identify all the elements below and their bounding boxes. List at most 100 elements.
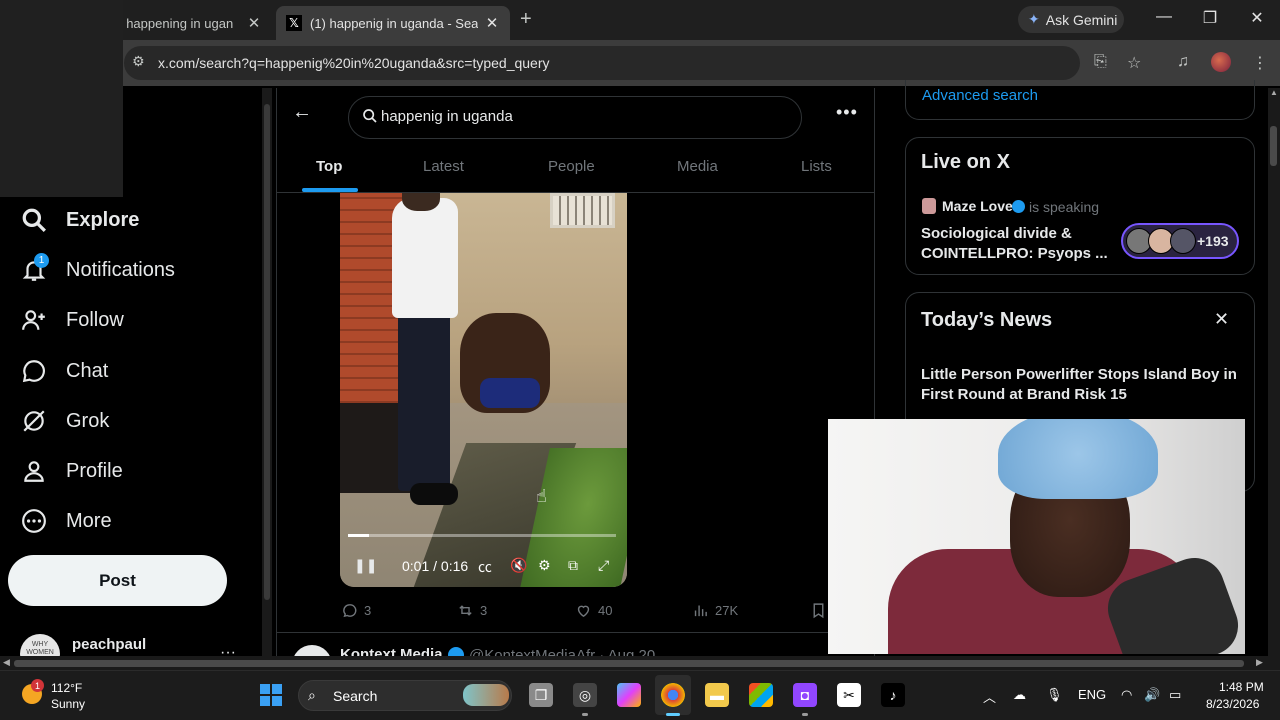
tab-latest[interactable]: Latest — [423, 158, 464, 175]
language-indicator[interactable]: ENG — [1078, 687, 1106, 702]
nav-profile[interactable]: Profile — [20, 451, 123, 491]
search-options-icon[interactable]: ••• — [836, 102, 858, 123]
video-player[interactable]: ❚❚ 0:01 / 0:16 ㏄ 🔇 ⚙ ⧉ ⤢ — [340, 193, 627, 587]
search-highlight-image — [463, 684, 509, 706]
listener-count: +193 — [1197, 233, 1229, 249]
tiktok-icon[interactable]: ♪ — [881, 683, 905, 707]
profile-avatar-icon[interactable] — [1211, 52, 1231, 72]
picture-in-picture-icon[interactable]: ⧉ — [568, 557, 578, 574]
page-scrollbar[interactable] — [1268, 88, 1280, 656]
search-query-text[interactable]: happenig in uganda — [381, 108, 513, 125]
live-host-name[interactable]: Maze Love — [942, 198, 1013, 214]
chat-icon — [20, 357, 48, 385]
clock-time[interactable]: 1:48 PM — [1219, 680, 1264, 694]
scroll-right-arrow-icon[interactable]: ▶ — [1256, 657, 1263, 668]
verified-badge-icon — [1012, 200, 1025, 213]
scroll-up-arrow-icon[interactable]: ▲ — [1268, 88, 1280, 97]
webcam-overlay — [828, 419, 1245, 654]
weather-temperature[interactable]: 112°F — [51, 681, 82, 695]
weather-condition[interactable]: Sunny — [51, 697, 85, 711]
repost-count: 3 — [480, 603, 488, 618]
mute-icon[interactable]: 🔇 — [510, 557, 527, 574]
tab-close-icon[interactable]: ✕ — [246, 14, 262, 32]
views-count: 27K — [715, 603, 739, 618]
video-scene-shirt — [392, 198, 458, 318]
like-button[interactable]: 40 — [575, 602, 612, 619]
onedrive-icon[interactable]: ☁ — [1013, 687, 1026, 703]
video-scene-shoes — [410, 483, 458, 505]
nav-follow[interactable]: Follow — [20, 300, 124, 340]
file-explorer-icon[interactable]: ▬ — [705, 683, 729, 707]
twitch-icon[interactable]: ◘ — [793, 683, 817, 707]
settings-gear-icon[interactable]: ⚙ — [538, 557, 551, 574]
repost-button[interactable]: 3 — [457, 602, 487, 619]
host-avatar — [922, 198, 936, 214]
microsoft-store-icon[interactable] — [749, 683, 773, 707]
close-window-button[interactable]: ✕ — [1245, 8, 1269, 28]
reply-button[interactable]: 3 — [341, 602, 371, 619]
live-status: is speaking — [1029, 199, 1100, 215]
tab-lists[interactable]: Lists — [801, 158, 832, 175]
site-info-icon[interactable]: ⚙ — [132, 53, 145, 70]
nav-label: More — [66, 509, 112, 532]
maximize-button[interactable]: ❐ — [1198, 8, 1222, 28]
install-app-icon[interactable]: ⎘ — [1094, 53, 1107, 71]
page-scrollbar-thumb[interactable] — [1270, 126, 1277, 166]
windows-start-icon[interactable] — [260, 684, 282, 706]
captions-icon[interactable]: ㏄ — [478, 557, 492, 577]
search-icon: ⌕ — [308, 687, 316, 703]
news-headline[interactable]: Little Person Powerlifter Stops Island B… — [921, 365, 1243, 405]
notification-badge: 1 — [34, 253, 49, 268]
video-scene-window — [550, 193, 615, 228]
advanced-search-link[interactable]: Advanced search — [922, 87, 1038, 104]
obs-icon[interactable]: ◎ — [573, 683, 597, 707]
capcut-icon[interactable]: ✂ — [837, 683, 861, 707]
nav-label: Notifications — [66, 258, 175, 281]
browser-tab-inactive[interactable]: t's happening in ugan ✕ — [100, 6, 272, 40]
ask-gemini-button[interactable]: ✦ Ask Gemini — [1018, 6, 1124, 33]
x-logo-icon: 𝕏 — [286, 15, 302, 31]
tray-overflow-icon[interactable]: ︿ — [983, 687, 996, 706]
bookmark-star-icon[interactable]: ☆ — [1127, 53, 1141, 73]
tab-title: t's happening in ugan — [110, 15, 234, 31]
horizontal-scrollbar-thumb[interactable] — [14, 660, 1244, 667]
fullscreen-icon[interactable]: ⤢ — [598, 557, 609, 574]
nav-chat[interactable]: Chat — [20, 351, 108, 391]
post-button[interactable]: Post — [8, 555, 227, 606]
nav-explore[interactable]: Explore — [20, 200, 139, 240]
media-controls-icon[interactable]: ♫ — [1177, 53, 1189, 71]
url-text[interactable]: x.com/search?q=happenig%20in%20uganda&sr… — [158, 55, 550, 71]
more-icon — [20, 507, 48, 535]
minimize-button[interactable]: — — [1152, 8, 1176, 26]
copilot-icon[interactable] — [617, 683, 641, 707]
account-name[interactable]: peachpaul — [72, 636, 146, 653]
live-topic[interactable]: Sociological divide & COINTELLPRO: Psyop… — [921, 224, 1111, 264]
views-button[interactable]: 27K — [692, 602, 738, 619]
scroll-left-arrow-icon[interactable]: ◀ — [3, 657, 10, 668]
wifi-icon[interactable]: ◠ — [1121, 687, 1132, 703]
tab-media[interactable]: Media — [677, 158, 718, 175]
task-view-icon[interactable]: ❐ — [529, 683, 553, 707]
bookmark-button[interactable] — [810, 602, 827, 619]
tab-people[interactable]: People — [548, 158, 595, 175]
new-tab-button[interactable]: + — [520, 8, 532, 31]
microphone-icon[interactable]: 🎙 — [1046, 687, 1063, 703]
taskbar-search-label: Search — [333, 688, 378, 704]
reply-count: 3 — [364, 603, 372, 618]
battery-icon[interactable]: ▭ — [1169, 687, 1181, 703]
close-icon[interactable]: ✕ — [1214, 309, 1229, 330]
tab-close-icon[interactable]: ✕ — [484, 14, 500, 32]
back-arrow-icon[interactable]: ← — [292, 101, 312, 124]
pause-icon[interactable]: ❚❚ — [354, 557, 377, 574]
clock-date[interactable]: 8/23/2026 — [1206, 697, 1259, 711]
hand-cursor-icon: ☝ — [536, 486, 547, 506]
chrome-icon[interactable] — [661, 683, 685, 707]
tab-top[interactable]: Top — [316, 158, 342, 175]
volume-icon[interactable]: 🔊 — [1144, 687, 1160, 703]
browser-tab-active[interactable]: 𝕏 (1) happenig in uganda - Searc ✕ — [276, 6, 510, 40]
nav-grok[interactable]: Grok — [20, 401, 109, 441]
chrome-menu-icon[interactable]: ⋮ — [1252, 53, 1268, 73]
video-progress-track[interactable] — [348, 534, 616, 537]
left-scrollbar-thumb[interactable] — [264, 104, 270, 600]
nav-more[interactable]: More — [20, 501, 112, 541]
